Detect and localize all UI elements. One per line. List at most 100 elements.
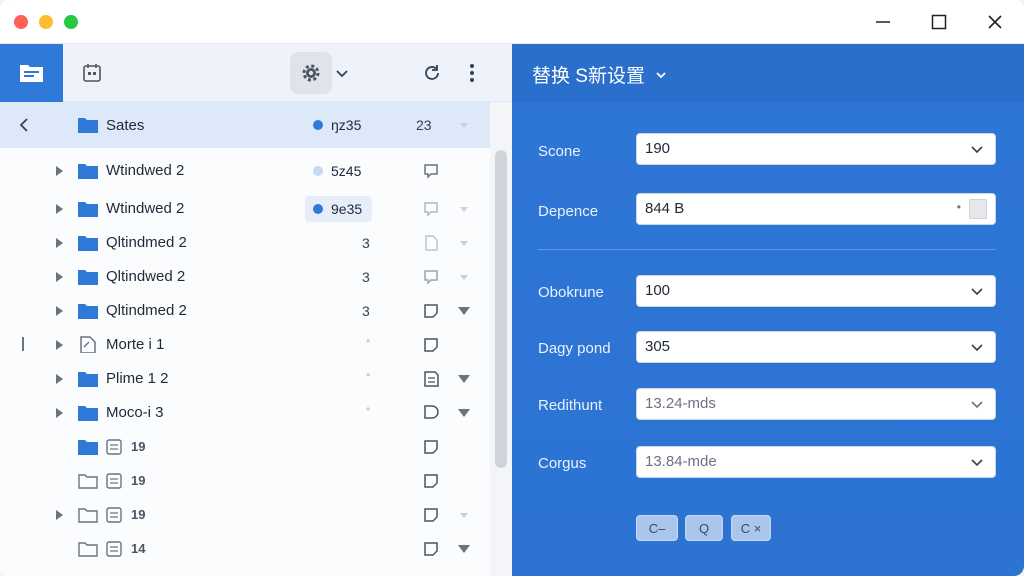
tree-row-name: Qltindwed 2 bbox=[106, 268, 186, 285]
field-value: 13.24-mds bbox=[645, 395, 716, 412]
close-traffic-light[interactable] bbox=[14, 15, 28, 29]
tree-row-name: 19 bbox=[131, 439, 146, 454]
folder-icon bbox=[78, 372, 98, 387]
chevron-down-icon[interactable] bbox=[328, 59, 356, 87]
chevron-down-icon bbox=[971, 401, 983, 409]
folder-icon bbox=[78, 236, 98, 251]
chevron-down-icon bbox=[971, 146, 983, 154]
tree-row[interactable]: 19 bbox=[0, 464, 490, 498]
caret-down-icon[interactable] bbox=[458, 307, 470, 315]
obokrune-select[interactable]: 100 bbox=[636, 275, 996, 307]
caret-down-icon[interactable] bbox=[460, 513, 468, 518]
dagy-pond-select[interactable]: 305 bbox=[636, 331, 996, 363]
status-dot bbox=[313, 166, 323, 176]
action-button-1[interactable]: C– bbox=[636, 515, 678, 541]
scone-select[interactable]: 190 bbox=[636, 133, 996, 165]
chevron-down-icon bbox=[656, 71, 666, 78]
caret-down-icon[interactable] bbox=[460, 207, 468, 212]
expand-arrow-icon[interactable] bbox=[56, 408, 63, 418]
minimize-traffic-light[interactable] bbox=[39, 15, 53, 29]
tree-header-row[interactable]: Sates ŋz35 23 bbox=[0, 102, 490, 148]
file-tree-panel: Sates ŋz35 23 Wtindwed 2 5z45 Wtindwed 2… bbox=[0, 44, 512, 576]
back-chevron-icon[interactable] bbox=[18, 117, 30, 133]
document-icon[interactable] bbox=[422, 404, 440, 422]
note-icon[interactable] bbox=[422, 506, 440, 524]
depence-input[interactable]: 844 B • bbox=[636, 193, 996, 225]
note-icon[interactable] bbox=[422, 336, 440, 354]
tree-row[interactable]: Morte i 1 • bbox=[0, 328, 490, 362]
document-list-icon bbox=[106, 439, 122, 455]
minimize-icon[interactable] bbox=[868, 8, 898, 36]
corgus-select[interactable]: 13.84-mde bbox=[636, 446, 996, 478]
tree-row-name: Moco-i 3 bbox=[106, 404, 164, 421]
tree-row[interactable]: Qltindmed 2 3 bbox=[0, 294, 490, 328]
tree-row[interactable]: 19 bbox=[0, 498, 490, 532]
status-dot bbox=[313, 120, 323, 130]
note-icon[interactable] bbox=[422, 438, 440, 456]
zoom-traffic-light[interactable] bbox=[64, 15, 78, 29]
folder-app-button[interactable] bbox=[0, 44, 63, 102]
settings-button[interactable] bbox=[290, 52, 332, 94]
tree-row[interactable]: Moco-i 3 • bbox=[0, 396, 490, 430]
field-label: Redithunt bbox=[538, 397, 603, 414]
list-document-icon[interactable] bbox=[422, 370, 440, 388]
field-label: Scone bbox=[538, 143, 581, 160]
action-button-2[interactable]: Q bbox=[685, 515, 723, 541]
comment-icon[interactable] bbox=[422, 162, 440, 180]
tree-row-name: 19 bbox=[131, 473, 146, 488]
scrollbar-thumb[interactable] bbox=[495, 150, 507, 468]
field-label: Dagy pond bbox=[538, 340, 611, 357]
caret-down-icon[interactable] bbox=[458, 375, 470, 383]
comment-icon[interactable] bbox=[422, 200, 440, 218]
input-dot: • bbox=[956, 200, 961, 214]
expand-arrow-icon[interactable] bbox=[56, 272, 63, 282]
comment-icon[interactable] bbox=[422, 268, 440, 286]
folder-icon bbox=[78, 406, 98, 421]
caret-down-icon[interactable] bbox=[458, 545, 470, 553]
file-tree: Sates ŋz35 23 Wtindwed 2 5z45 Wtindwed 2… bbox=[0, 102, 490, 576]
status-text: 5z45 bbox=[331, 163, 362, 179]
gear-icon bbox=[302, 64, 320, 82]
note-icon[interactable] bbox=[422, 302, 440, 320]
more-vertical-icon[interactable] bbox=[458, 59, 486, 87]
tree-row[interactable]: Wtindwed 2 9e35 bbox=[0, 192, 490, 226]
tree-row-name: Plime 1 2 bbox=[106, 370, 169, 387]
document-icon[interactable] bbox=[422, 234, 440, 252]
tree-row[interactable]: Qltindmed 2 3 bbox=[0, 226, 490, 260]
caret-down-icon[interactable] bbox=[460, 275, 468, 280]
expand-arrow-icon[interactable] bbox=[56, 166, 63, 176]
status-dot bbox=[313, 204, 323, 214]
expand-arrow-icon[interactable] bbox=[56, 340, 63, 350]
note-icon[interactable] bbox=[422, 540, 440, 558]
tree-row-count: 3 bbox=[362, 235, 370, 251]
tree-row[interactable]: 19 bbox=[0, 430, 490, 464]
caret-down-icon[interactable] bbox=[460, 123, 468, 128]
caret-down-icon[interactable] bbox=[458, 409, 470, 417]
app-window: Sates ŋz35 23 Wtindwed 2 5z45 Wtindwed 2… bbox=[0, 0, 1024, 576]
expand-arrow-icon[interactable] bbox=[56, 510, 63, 520]
tree-row[interactable]: Plime 1 2 • bbox=[0, 362, 490, 396]
placeholder-dot: • bbox=[366, 334, 371, 348]
tree-row[interactable]: Qltindwed 2 3 bbox=[0, 260, 490, 294]
refresh-icon[interactable] bbox=[418, 59, 446, 87]
calendar-icon[interactable] bbox=[78, 59, 106, 87]
document-list-icon bbox=[106, 541, 122, 557]
close-icon[interactable] bbox=[980, 8, 1010, 36]
redithunt-select[interactable]: 13.24-mds bbox=[636, 388, 996, 420]
drag-handle[interactable] bbox=[22, 337, 24, 351]
tree-header-count: 23 bbox=[416, 117, 432, 133]
settings-title-dropdown[interactable]: 替换 S新设置 bbox=[532, 61, 667, 88]
note-icon[interactable] bbox=[422, 472, 440, 490]
chevron-down-icon bbox=[971, 344, 983, 352]
expand-arrow-icon[interactable] bbox=[56, 204, 63, 214]
expand-arrow-icon[interactable] bbox=[56, 374, 63, 384]
tree-row[interactable]: Wtindwed 2 5z45 bbox=[0, 154, 490, 188]
tree-row-partial[interactable] bbox=[0, 566, 490, 576]
expand-arrow-icon[interactable] bbox=[56, 238, 63, 248]
caret-down-icon[interactable] bbox=[460, 241, 468, 246]
tree-row[interactable]: 14 bbox=[0, 532, 490, 566]
stepper-handle[interactable] bbox=[969, 199, 987, 219]
expand-arrow-icon[interactable] bbox=[56, 306, 63, 316]
action-button-3[interactable]: C × bbox=[731, 515, 771, 541]
maximize-icon[interactable] bbox=[924, 8, 954, 36]
